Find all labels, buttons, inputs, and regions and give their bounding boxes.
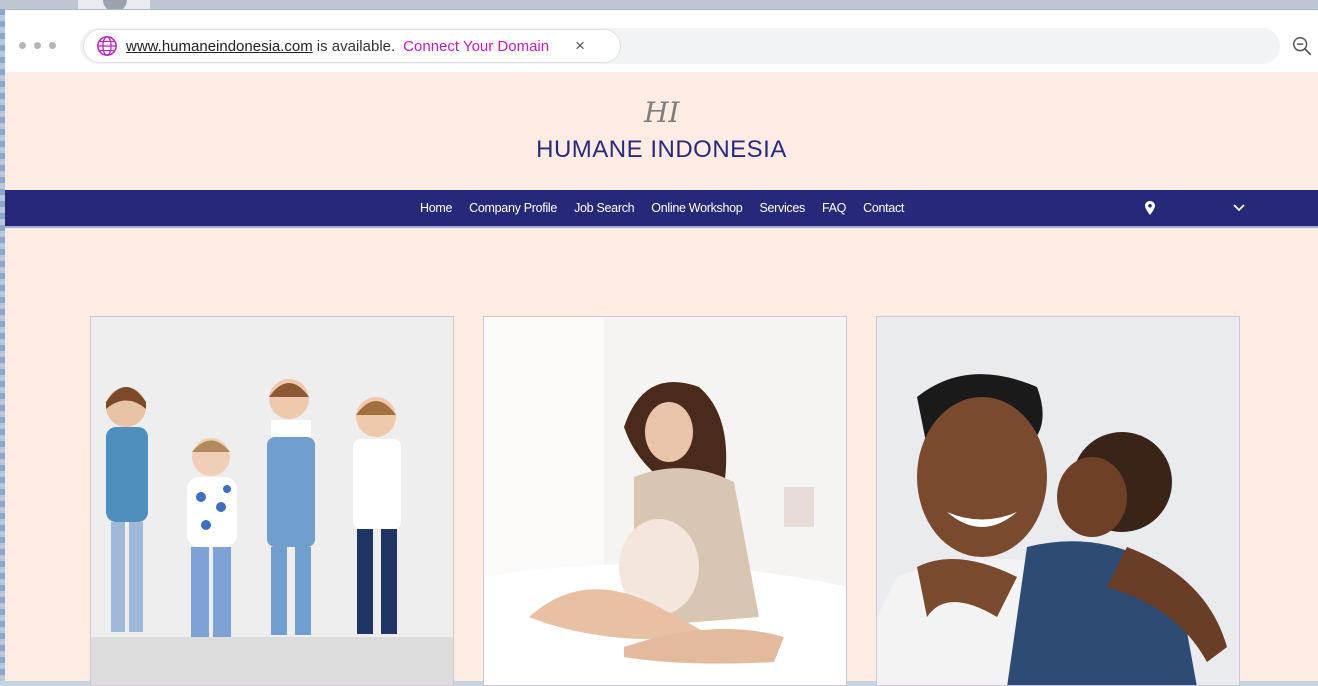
nav-item-company-profile[interactable]: Company Profile xyxy=(469,201,557,215)
dot xyxy=(34,42,41,49)
site-title[interactable]: HUMANE INDONESIA xyxy=(5,136,1318,164)
browser-toolbar: www.humaneindonesia.com is available. Co… xyxy=(5,9,1318,73)
domain-banner: www.humaneindonesia.com is available. Co… xyxy=(83,29,621,63)
location-pin-icon[interactable] xyxy=(1143,200,1157,216)
domain-link[interactable]: www.humaneindonesia.com xyxy=(126,38,313,55)
dot xyxy=(49,42,56,49)
nav-item-job-search[interactable]: Job Search xyxy=(574,201,635,215)
website-canvas: HI HUMANE INDONESIA Home Company Profile… xyxy=(5,72,1318,686)
gallery-card-father-son[interactable] xyxy=(876,316,1240,686)
window-menu-dots[interactable] xyxy=(19,42,56,49)
nav-item-services[interactable]: Services xyxy=(759,201,805,215)
logo-monogram-icon: HI xyxy=(643,96,680,129)
dot xyxy=(19,42,26,49)
desktop-top-strip xyxy=(0,0,1318,9)
nav-item-online-workshop[interactable]: Online Workshop xyxy=(651,201,742,215)
logo-monogram: HI xyxy=(643,96,680,129)
nav-list: Home Company Profile Job Search Online W… xyxy=(420,190,904,226)
nav-item-faq[interactable]: FAQ xyxy=(822,201,846,215)
chevron-down-icon[interactable] xyxy=(1232,202,1246,214)
main-navigation: Home Company Profile Job Search Online W… xyxy=(5,190,1318,228)
children-photo xyxy=(91,317,453,685)
pregnant-woman-photo xyxy=(484,317,846,685)
close-icon[interactable]: × xyxy=(575,36,585,56)
nav-item-home[interactable]: Home xyxy=(420,201,452,215)
nav-item-contact[interactable]: Contact xyxy=(863,201,904,215)
domain-status-text: is available. xyxy=(316,37,396,55)
zoom-out-icon[interactable] xyxy=(1291,35,1313,57)
father-and-son-photo xyxy=(877,317,1239,685)
gallery-card-pregnant-woman[interactable] xyxy=(483,316,847,686)
gallery-card-children[interactable] xyxy=(90,316,454,686)
globe-icon xyxy=(97,36,117,56)
connect-domain-link[interactable]: Connect Your Domain xyxy=(403,38,549,55)
logo[interactable]: HI xyxy=(5,92,1318,137)
